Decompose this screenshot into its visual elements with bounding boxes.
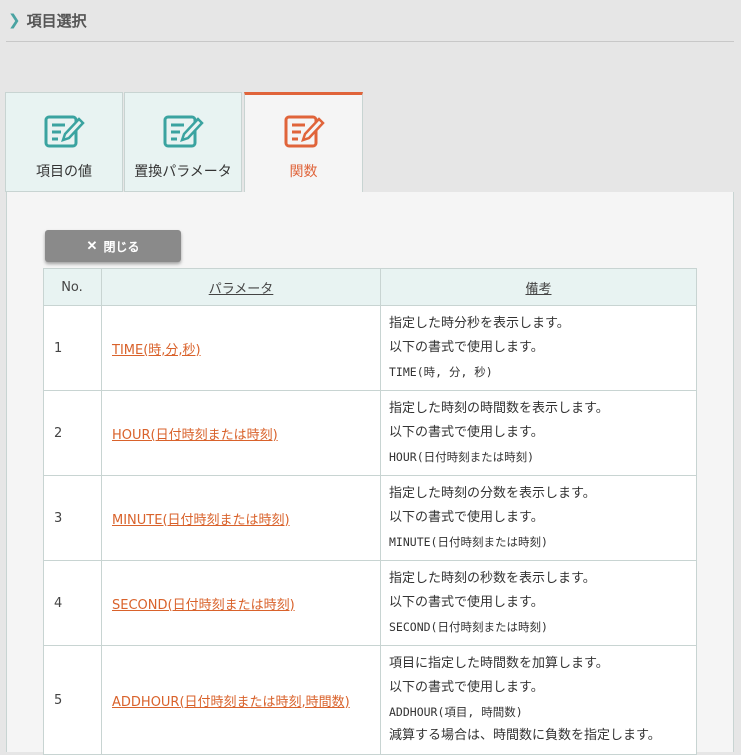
tab-label: 置換パラメータ — [134, 164, 232, 180]
note-line: ADDHOUR(項目, 時間数) — [389, 705, 523, 719]
row-number: 1 — [43, 305, 102, 391]
row-number: 3 — [43, 475, 102, 561]
param-link[interactable]: HOUR(日付時刻または時刻) — [112, 428, 278, 443]
table-row: 1 TIME(時,分,秒) 指定した時分秒を表示します。 以下の書式で使用します… — [43, 305, 697, 391]
row-number: 4 — [43, 560, 102, 646]
functions-table: No. パラメータ 備考 1 TIME(時,分,秒) 指定した時分秒を表示します… — [43, 268, 697, 755]
row-number: 2 — [43, 390, 102, 476]
note-line: 以下の書式で使用します。 — [389, 340, 544, 355]
note-cell: 指定した時刻の秒数を表示します。 以下の書式で使用します。 SECOND(日付時… — [380, 560, 697, 646]
note-line: SECOND(日付時刻または時刻) — [389, 620, 548, 634]
tab-replace-parameters[interactable]: 置換パラメータ — [124, 92, 242, 192]
page-title: 項目選択 — [26, 12, 87, 30]
column-header-param-label: パラメータ — [208, 281, 274, 297]
tab-field-values[interactable]: 項目の値 — [5, 92, 123, 192]
note-cell: 指定した時分秒を表示します。 以下の書式で使用します。 TIME(時, 分, 秒… — [380, 305, 697, 391]
note-line: 指定した時刻の分数を表示します。 — [389, 486, 596, 501]
note-cell: 指定した時刻の時間数を表示します。 以下の書式で使用します。 HOUR(日付時刻… — [380, 390, 697, 476]
note-line: 指定した時刻の秒数を表示します。 — [389, 571, 596, 586]
note-line: 指定した時分秒を表示します。 — [389, 316, 570, 331]
note-line: 以下の書式で使用します。 — [389, 425, 544, 440]
tab-functions[interactable]: 関数 — [244, 92, 363, 193]
page-header: ❯ 項目選択 — [6, 0, 734, 42]
param-cell: MINUTE(日付時刻または時刻) — [101, 475, 381, 561]
table-row: 5 ADDHOUR(日付時刻または時刻,時間数) 項目に指定した時間数を加算しま… — [43, 645, 697, 755]
param-cell: ADDHOUR(日付時刻または時刻,時間数) — [101, 645, 381, 755]
row-number: 5 — [43, 645, 102, 755]
tab-label: 項目の値 — [36, 164, 92, 180]
close-button[interactable]: ✕ 閉じる — [45, 230, 181, 262]
param-link[interactable]: SECOND(日付時刻または時刻) — [112, 598, 295, 613]
table-row: 3 MINUTE(日付時刻または時刻) 指定した時刻の分数を表示します。 以下の… — [43, 475, 697, 561]
note-line: HOUR(日付時刻または時刻) — [389, 450, 535, 464]
column-header-note[interactable]: 備考 — [380, 268, 697, 306]
note-line: TIME(時, 分, 秒) — [389, 365, 493, 379]
table-header-row: No. パラメータ 備考 — [43, 268, 697, 306]
note-line: MINUTE(日付時刻または時刻) — [389, 535, 548, 549]
column-header-no: No. — [43, 268, 102, 306]
edit-icon — [163, 115, 204, 148]
table-row: 2 HOUR(日付時刻または時刻) 指定した時刻の時間数を表示します。 以下の書… — [43, 390, 697, 476]
param-link[interactable]: TIME(時,分,秒) — [112, 343, 201, 358]
note-line: 以下の書式で使用します。 — [389, 680, 544, 695]
close-button-label: 閉じる — [103, 239, 140, 254]
note-cell: 項目に指定した時間数を加算します。 以下の書式で使用します。 ADDHOUR(項… — [380, 645, 697, 755]
column-header-param[interactable]: パラメータ — [101, 268, 381, 306]
note-line: 以下の書式で使用します。 — [389, 595, 544, 610]
functions-panel: ✕ 閉じる No. パラメータ 備考 1 TIME(時,分,秒) 指定した時分秒… — [6, 192, 734, 755]
param-link[interactable]: ADDHOUR(日付時刻または時刻,時間数) — [112, 695, 350, 710]
column-header-note-label: 備考 — [525, 281, 552, 297]
note-line: 項目に指定した時間数を加算します。 — [389, 656, 609, 671]
note-line: 指定した時刻の時間数を表示します。 — [389, 401, 609, 416]
note-line: 減算する場合は、時間数に負数を指定します。 — [389, 728, 661, 743]
note-line: 以下の書式で使用します。 — [389, 510, 544, 525]
table-row: 4 SECOND(日付時刻または時刻) 指定した時刻の秒数を表示します。 以下の… — [43, 560, 697, 646]
param-cell: TIME(時,分,秒) — [101, 305, 381, 391]
tab-label: 関数 — [289, 164, 318, 180]
param-cell: SECOND(日付時刻または時刻) — [101, 560, 381, 646]
param-link[interactable]: MINUTE(日付時刻または時刻) — [112, 513, 290, 528]
chevron-right-icon: ❯ — [8, 11, 21, 29]
tab-bar: 項目の値 置換パラメータ 関数 — [5, 92, 363, 193]
note-cell: 指定した時刻の分数を表示します。 以下の書式で使用します。 MINUTE(日付時… — [380, 475, 697, 561]
edit-icon — [44, 115, 85, 148]
close-icon: ✕ — [86, 238, 98, 253]
param-cell: HOUR(日付時刻または時刻) — [101, 390, 381, 476]
edit-icon — [284, 115, 325, 148]
